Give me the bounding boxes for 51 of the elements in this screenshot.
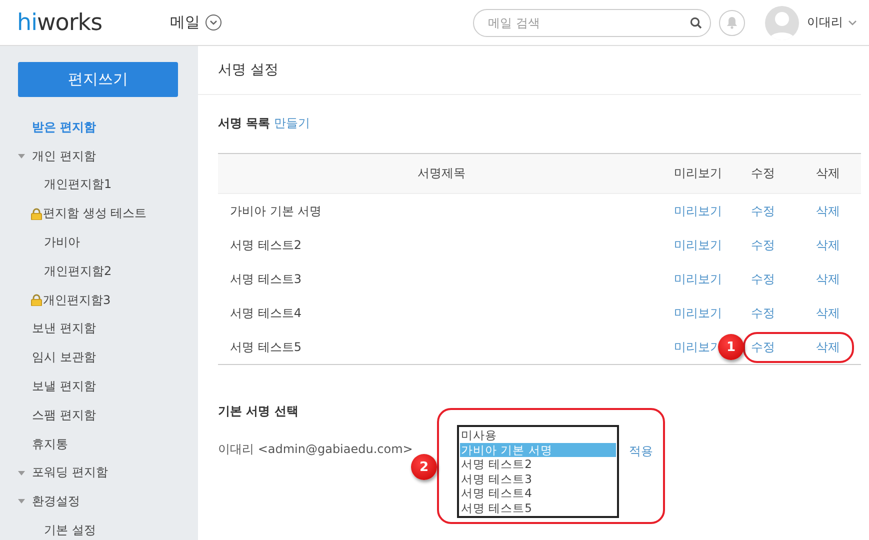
page-title: 서명 설정 [198, 46, 861, 95]
column-header: 서명제목 [416, 165, 466, 182]
folder-item[interactable]: 임시 보관함 [18, 343, 198, 372]
table-cell-text: 가비아 기본 서명 [229, 202, 323, 220]
table-cell-text: 서명 테스트4 [229, 304, 302, 322]
folder-item[interactable]: 기본 설정 [18, 516, 198, 540]
expanded-caret-icon[interactable] [18, 470, 25, 476]
folder-item[interactable]: 개인편지함1 [18, 170, 198, 200]
search-bar[interactable]: 메일 검색 [473, 8, 711, 36]
search-icon[interactable] [690, 16, 702, 28]
signature-listbox[interactable]: 미사용 가비아 기본 서명 서명 테스트2 서명 테스트3 서명 테스트4 서명 테스트5 [457, 425, 619, 518]
lock-icon [31, 208, 42, 220]
folder-item[interactable]: 개인 편지함 [18, 142, 198, 171]
search-field[interactable]: 메일 검색 [486, 14, 690, 30]
section-heading: 서명 목록 [218, 114, 270, 132]
bell-icon [726, 16, 738, 29]
logo[interactable]: hiworks [17, 10, 170, 36]
account-label: 이대리 <admin@gabiaedu.com> [218, 441, 414, 458]
folder-item[interactable]: 스팸 편지함 [18, 400, 198, 430]
list-option[interactable]: 서명 테스트2 [460, 457, 616, 472]
expanded-caret-icon[interactable] [18, 499, 25, 504]
folder-item[interactable]: 편지함 생성 테스트 [18, 199, 198, 228]
folder-item[interactable]: 포워딩 편지함 [18, 458, 198, 488]
compose-button[interactable]: 편지쓰기 [18, 62, 178, 97]
table-cell-text: 서명 테스트2 [229, 236, 302, 254]
folder-item[interactable]: 개인편지함2 [18, 256, 198, 286]
folder-item[interactable]: 보낸 편지함 [18, 314, 198, 344]
folder-item[interactable]: 휴지통 [18, 430, 198, 459]
expanded-caret-icon[interactable] [18, 154, 25, 159]
notification-button[interactable] [719, 10, 745, 36]
folder-item[interactable]: 가비아 [18, 228, 198, 257]
chevron-down-icon [848, 20, 857, 26]
column-header: 수정 [750, 165, 776, 182]
app-menu[interactable]: 메일 [170, 13, 222, 32]
table-cell-text: 서명 테스트5 [229, 338, 302, 356]
lock-icon [31, 294, 42, 306]
folder-item[interactable]: 개인편지함3 [18, 286, 198, 315]
list-option[interactable]: 미사용 [460, 428, 616, 442]
step-badge: 2 [411, 454, 437, 480]
list-option[interactable]: 서명 테스트5 [460, 500, 616, 515]
list-option[interactable]: 서명 테스트4 [460, 486, 616, 500]
section-heading: 기본 서명 선택 [218, 404, 298, 418]
user-menu[interactable]: 이대리 [807, 14, 857, 31]
avatar[interactable] [765, 6, 799, 40]
column-header: 미리보기 [673, 165, 723, 182]
chevron-circle-icon [205, 14, 222, 31]
column-header: 삭제 [815, 165, 841, 182]
folder-item[interactable]: 환경설정 [18, 487, 198, 516]
list-option[interactable]: 서명 테스트3 [460, 472, 616, 486]
table-cell-text: 서명 테스트3 [229, 270, 302, 288]
folder-item[interactable]: 보낼 편지함 [18, 372, 198, 401]
